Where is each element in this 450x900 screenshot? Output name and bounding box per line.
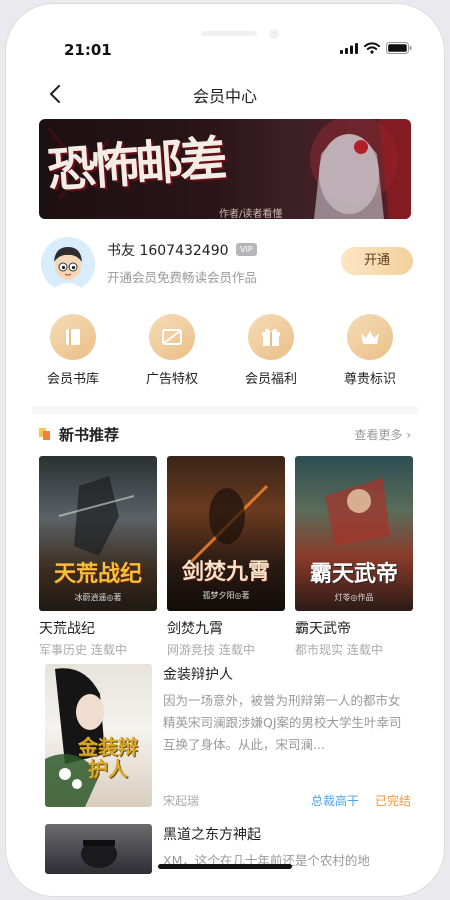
privilege-label: 尊贵标识 <box>343 372 396 387</box>
book-category: 军事历史 <box>39 643 88 657</box>
cover-title: 金装辩护人 <box>78 735 138 781</box>
book-meta: 军事历史 连载中 <box>39 641 157 658</box>
promo-banner[interactable]: 恐怖邮差 作者/读者看懂 <box>39 119 411 219</box>
cover-author: 孤梦夕阳◎著 <box>202 591 250 600</box>
book-cover: 金装辩护人 <box>45 664 152 807</box>
list-item[interactable]: 黑道之东方神起 XM，这个在几十年前还是个农村的地 <box>39 824 411 884</box>
list-item[interactable]: 金装辩护人 金装辩护人 因为一场意外，被誉为刑辩第一人的都市女精英宋司澜跟涉嫌Q… <box>39 664 411 809</box>
cover-author: 灯苓◎作品 <box>334 593 374 602</box>
status-tag: 已完结 <box>375 794 412 808</box>
list-title: 黑道之东方神起 <box>163 827 261 843</box>
open-vip-button[interactable]: 开通 <box>341 247 413 275</box>
book-meta: 网游竞技 连载中 <box>167 641 285 658</box>
user-name: 书友 1607432490 <box>107 243 229 259</box>
list-title: 金装辩护人 <box>163 667 233 683</box>
book-title: 剑焚九霄 <box>167 621 223 637</box>
user-subtitle: 开通会员免费畅读会员作品 <box>107 270 258 285</box>
phone-frame: 21:01 会员中心 恐怖邮差 作者/读者看懂 书友 1607432490 VI… <box>6 4 444 896</box>
banner-subtitle: 作者/读者看懂 <box>219 209 283 219</box>
book-card[interactable]: 天荒战纪 冰蔚逍遥◎著 天荒战纪 军事历史 连载中 <box>39 456 157 658</box>
section-header: 新书推荐 查看更多 › <box>39 422 411 448</box>
book-card[interactable]: 霸天武帝 灯苓◎作品 霸天武帝 都市现实 连载中 <box>295 456 413 658</box>
cover-title: 霸天武帝 <box>309 561 398 587</box>
book-icon <box>50 314 96 360</box>
privilege-ads[interactable]: 广告特权 <box>127 314 217 387</box>
avatar-illustration <box>41 237 95 291</box>
section-divider <box>32 406 418 414</box>
book-title: 天荒战纪 <box>39 621 95 637</box>
book-cover: 天荒战纪 冰蔚逍遥◎著 <box>39 456 157 611</box>
see-more-label: 查看更多 <box>354 428 403 442</box>
book-cover <box>45 824 152 874</box>
book-category: 网游竞技 <box>167 643 216 657</box>
book-meta: 都市现实 连载中 <box>295 641 413 658</box>
vip-badge-label: VIP <box>240 245 253 254</box>
privilege-badge[interactable]: 尊贵标识 <box>325 314 415 387</box>
book-status: 连载中 <box>346 643 383 657</box>
privilege-welfare[interactable]: 会员福利 <box>226 314 316 387</box>
user-info: 书友 1607432490 VIP 开通会员免费畅读会员作品 开通 <box>39 234 413 294</box>
cover-title: 剑焚九霄 <box>181 559 270 585</box>
home-indicator <box>158 864 292 869</box>
signal-icon <box>340 42 358 54</box>
see-more-link[interactable]: 查看更多 › <box>354 426 411 443</box>
cover-title: 天荒战纪 <box>53 561 142 587</box>
book-status: 连载中 <box>218 643 255 657</box>
status-icons <box>340 42 412 54</box>
privilege-label: 广告特权 <box>145 372 198 387</box>
privilege-label: 会员书库 <box>46 372 99 387</box>
book-status: 连载中 <box>90 643 127 657</box>
list-description: 因为一场意外，被誉为刑辩第一人的都市女精英宋司澜跟涉嫌QJ案的男校大学生叶幸司互… <box>163 693 402 752</box>
banner-title: 恐怖邮差 <box>45 130 226 200</box>
battery-icon <box>386 42 412 54</box>
cover-author: 冰蔚逍遥◎著 <box>74 593 122 602</box>
wifi-icon <box>364 42 380 54</box>
book-cover: 剑焚九霄 孤梦夕阳◎著 <box>167 456 285 611</box>
chevron-right-icon: › <box>406 428 411 442</box>
section-title: 新书推荐 <box>59 426 120 444</box>
gift-icon <box>248 314 294 360</box>
vip-badge: VIP <box>236 243 257 256</box>
cover-art <box>81 840 117 868</box>
book-title: 霸天武帝 <box>295 621 351 637</box>
privilege-library[interactable]: 会员书库 <box>28 314 118 387</box>
nav-header: 会员中心 <box>6 74 444 114</box>
section-mark-icon <box>39 428 50 440</box>
crown-icon <box>347 314 393 360</box>
status-time: 21:01 <box>64 41 112 59</box>
no-ads-icon <box>149 314 195 360</box>
genre-tag: 总裁高干 <box>311 794 360 808</box>
book-category: 都市现实 <box>295 643 344 657</box>
vip-privileges: 会员书库 广告特权 会员福利 尊贵标识 <box>28 314 423 394</box>
privilege-label: 会员福利 <box>244 372 297 387</box>
book-cover: 霸天武帝 灯苓◎作品 <box>295 456 413 611</box>
status-bar: 21:01 <box>6 4 444 74</box>
list-author: 宋起瑞 <box>163 794 200 808</box>
cover-art <box>185 484 269 568</box>
avatar[interactable] <box>41 237 95 291</box>
page-title: 会员中心 <box>192 87 257 106</box>
book-card[interactable]: 剑焚九霄 孤梦夕阳◎著 剑焚九霄 网游竞技 连载中 <box>167 456 285 658</box>
